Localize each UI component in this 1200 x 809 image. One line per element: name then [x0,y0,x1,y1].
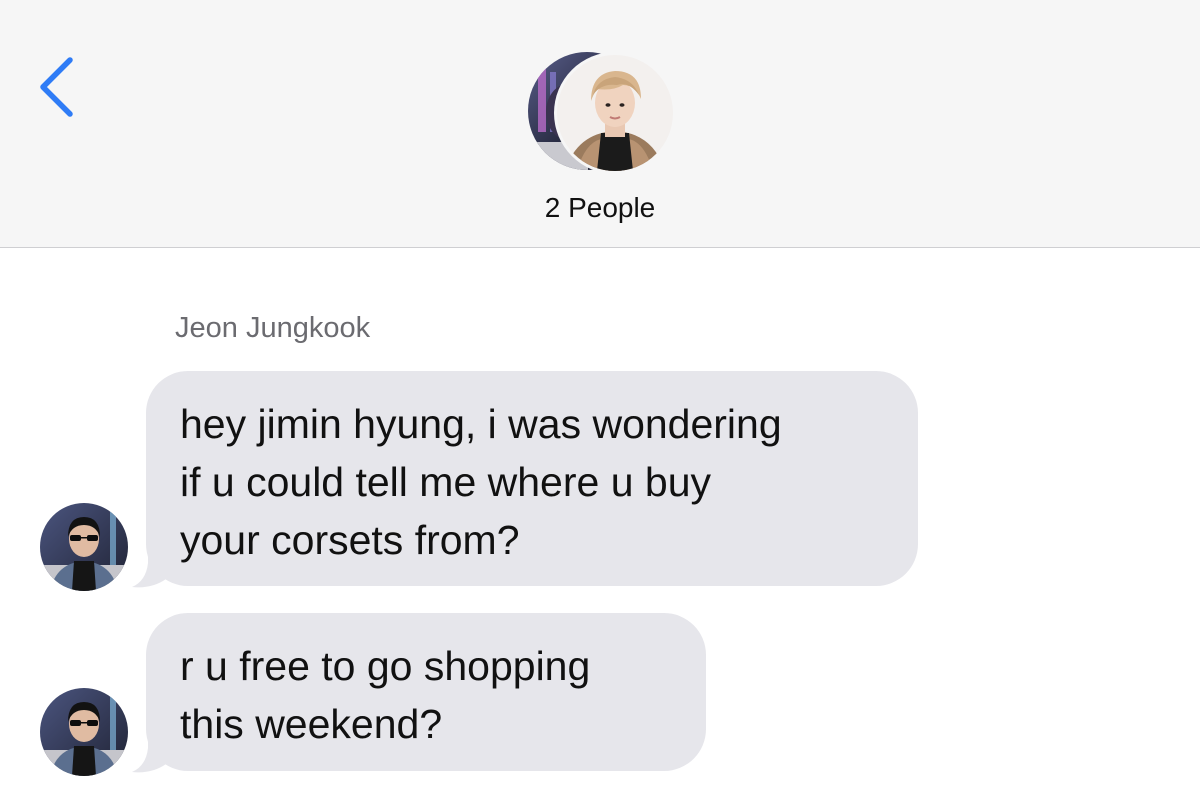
message-bubble[interactable]: hey jimin hyung, i was wondering if u co… [146,371,918,586]
group-avatar[interactable] [528,52,678,176]
message-text-line: this weekend? [180,701,443,747]
avatar[interactable] [40,688,128,776]
back-button[interactable] [30,52,90,122]
message-text-line: your corsets from? [180,517,520,563]
chevron-left-icon [40,57,73,117]
message-text-line: if u could tell me where u buy [180,459,711,505]
sender-name: Jeon Jungkook [175,312,371,344]
avatar[interactable] [40,503,128,591]
message-text-line: hey jimin hyung, i was wondering [180,401,782,447]
group-title[interactable]: 2 People [0,192,1200,224]
conversation-header: 2 People [0,0,1200,248]
message-text-line: r u free to go shopping [180,643,591,689]
message-bubble[interactable]: r u free to go shopping this weekend? [146,613,706,771]
jimin-group-avatar [554,52,676,174]
